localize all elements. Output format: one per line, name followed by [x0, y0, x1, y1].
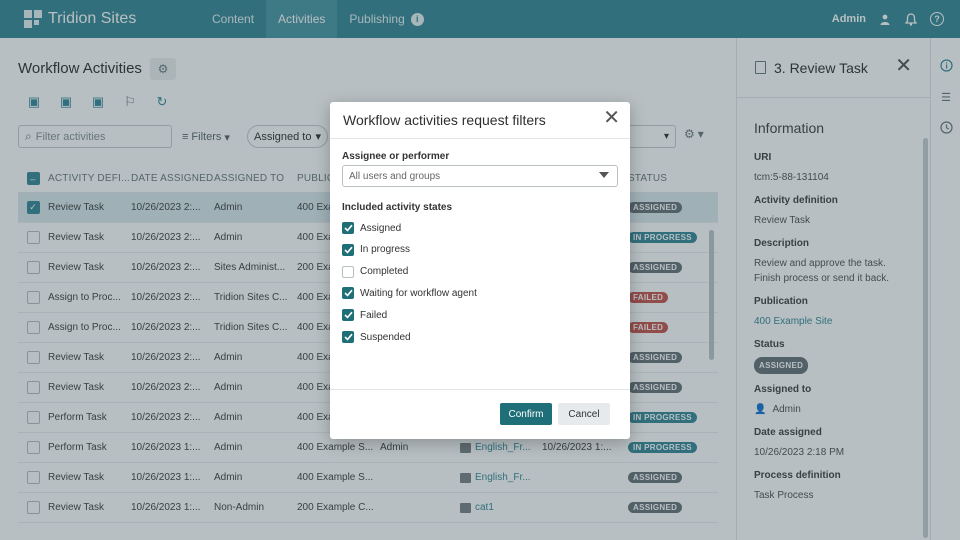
assignee-value: All users and groups: [349, 170, 441, 182]
state-checkbox-row[interactable]: In progress: [342, 243, 411, 256]
assignee-label: Assignee or performer: [342, 151, 450, 162]
state-label: Completed: [360, 266, 409, 278]
cancel-button[interactable]: Cancel: [558, 403, 610, 425]
assignee-select[interactable]: All users and groups: [342, 165, 618, 187]
state-checkbox[interactable]: [342, 287, 354, 300]
state-label: In progress: [360, 244, 411, 256]
state-checkbox[interactable]: [342, 222, 354, 234]
close-icon[interactable]: ✕: [603, 108, 620, 128]
chevron-down-icon: [599, 172, 609, 178]
state-checkbox[interactable]: [342, 331, 354, 343]
state-checkbox-row[interactable]: Assigned: [342, 222, 401, 234]
state-checkbox[interactable]: [342, 309, 354, 322]
filters-dialog: Workflow activities request filters ✕ As…: [330, 102, 630, 439]
divider: [330, 389, 630, 390]
divider: [330, 138, 630, 139]
state-label: Assigned: [360, 222, 402, 234]
state-label: Failed: [360, 309, 388, 321]
state-checkbox-row[interactable]: Failed: [342, 309, 388, 322]
state-checkbox-row[interactable]: Completed: [342, 265, 409, 278]
state-label: Waiting for workflow agent: [360, 287, 477, 299]
confirm-button[interactable]: Confirm: [500, 403, 552, 425]
states-label: Included activity states: [342, 202, 453, 213]
state-label: Suspended: [360, 331, 411, 343]
state-checkbox-row[interactable]: Waiting for workflow agent: [342, 287, 477, 300]
state-checkbox[interactable]: [342, 265, 354, 278]
state-checkbox[interactable]: [342, 243, 354, 256]
dialog-title: Workflow activities request filters: [343, 112, 546, 128]
state-checkbox-row[interactable]: Suspended: [342, 331, 411, 343]
